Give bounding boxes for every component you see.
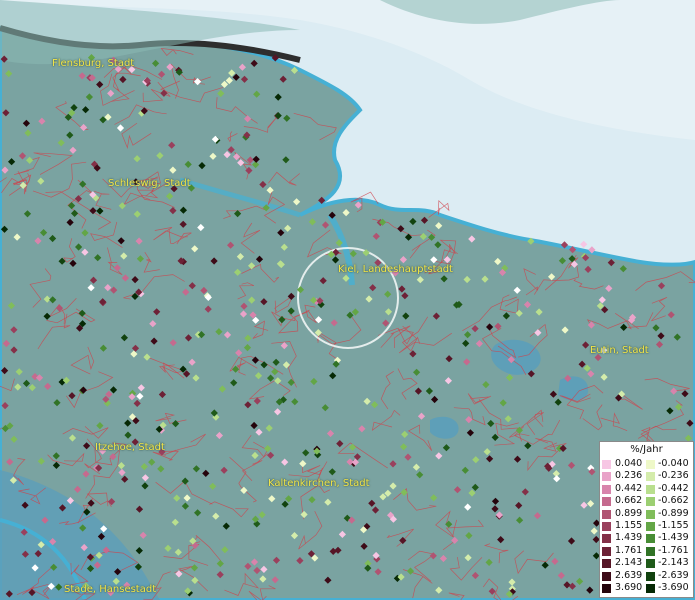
legend-label: -0.442 (658, 482, 689, 494)
city-label-stade: Stade, Hansestadt (64, 584, 157, 595)
legend-label: -1.439 (658, 532, 689, 544)
city-label-itzehoe: Itzehoe, Stadt (95, 442, 165, 453)
legend-label: -0.236 (658, 470, 689, 482)
legend-swatch (602, 522, 611, 531)
legend-swatch (646, 571, 655, 581)
legend-swatch (646, 497, 655, 507)
legend-swatch (646, 546, 655, 556)
legend-row: 0.899 -0.899 (602, 507, 693, 520)
legend-row: 1.439 -1.439 (602, 532, 693, 544)
legend-label: -3.690 (658, 582, 689, 593)
legend-swatch (646, 559, 655, 569)
legend-row: 1.155 -1.155 (602, 520, 693, 532)
legend-label: -0.899 (658, 507, 689, 519)
legend-row: 2.639 -2.639 (602, 569, 693, 582)
legend-swatch (602, 534, 611, 544)
city-label-schleswig: Schleswig, Stadt (108, 178, 191, 189)
legend-swatch (646, 509, 655, 519)
legend-swatch (646, 484, 655, 494)
legend-label: 3.690 (615, 582, 643, 593)
legend-row: 0.442 -0.442 (602, 482, 693, 495)
legend-swatch (602, 571, 611, 581)
legend-label: 2.639 (615, 569, 643, 581)
legend-row: 0.662 -0.662 (602, 495, 693, 507)
legend-row: 0.236 -0.236 (602, 470, 693, 482)
legend-swatch (602, 509, 611, 519)
legend-swatch (602, 460, 611, 469)
legend-label: 0.040 (615, 458, 643, 469)
map-canvas[interactable]: Flensburg, Stadt Schleswig, Stadt Kiel, … (0, 0, 695, 600)
legend-label: -2.143 (658, 557, 689, 569)
city-label-kiel: Kiel, Landeshauptstadt (338, 264, 453, 275)
legend-label: -0.040 (658, 458, 689, 469)
legend-swatch (646, 472, 655, 482)
legend-label: -2.639 (658, 569, 689, 581)
legend-label: 0.662 (615, 495, 643, 507)
legend-swatch (602, 484, 611, 494)
legend-title: %/Jahr (630, 444, 663, 455)
city-label-flensburg: Flensburg, Stadt (52, 58, 135, 69)
legend-swatch (602, 497, 611, 507)
legend-row: 2.143 -2.143 (602, 557, 693, 569)
legend-row: 0.040 -0.040 (602, 458, 693, 470)
legend-row: 1.761 -1.761 (602, 544, 693, 557)
legend-label: 0.899 (615, 507, 643, 519)
legend-swatch (602, 546, 611, 556)
legend-label: 1.761 (615, 544, 643, 556)
legend-box: %/Jahr 0.040 -0.040 0.236 -0.236 0.442 -0.442… (599, 441, 694, 598)
legend-swatch (646, 522, 655, 531)
legend-label: -1.155 (658, 520, 689, 531)
map-base-layer (0, 0, 695, 600)
city-label-kaltenkirchen: Kaltenkirchen, Stadt (268, 478, 370, 489)
legend-swatch (602, 472, 611, 482)
legend-label: 1.155 (615, 520, 643, 531)
legend-label: -1.761 (658, 544, 689, 556)
legend-label: 0.236 (615, 470, 643, 482)
legend-swatch (646, 584, 655, 593)
legend-label: -0.662 (658, 495, 689, 507)
legend-swatch (602, 584, 611, 593)
legend-swatch (646, 534, 655, 544)
legend-label: 2.143 (615, 557, 643, 569)
city-label-eutin: Eutin, Stadt (590, 345, 649, 356)
legend-label: 1.439 (615, 532, 643, 544)
legend-label: 0.442 (615, 482, 643, 494)
legend-row: 3.690 -3.690 (602, 582, 693, 594)
legend-swatch (646, 460, 655, 469)
legend-swatch (602, 559, 611, 569)
